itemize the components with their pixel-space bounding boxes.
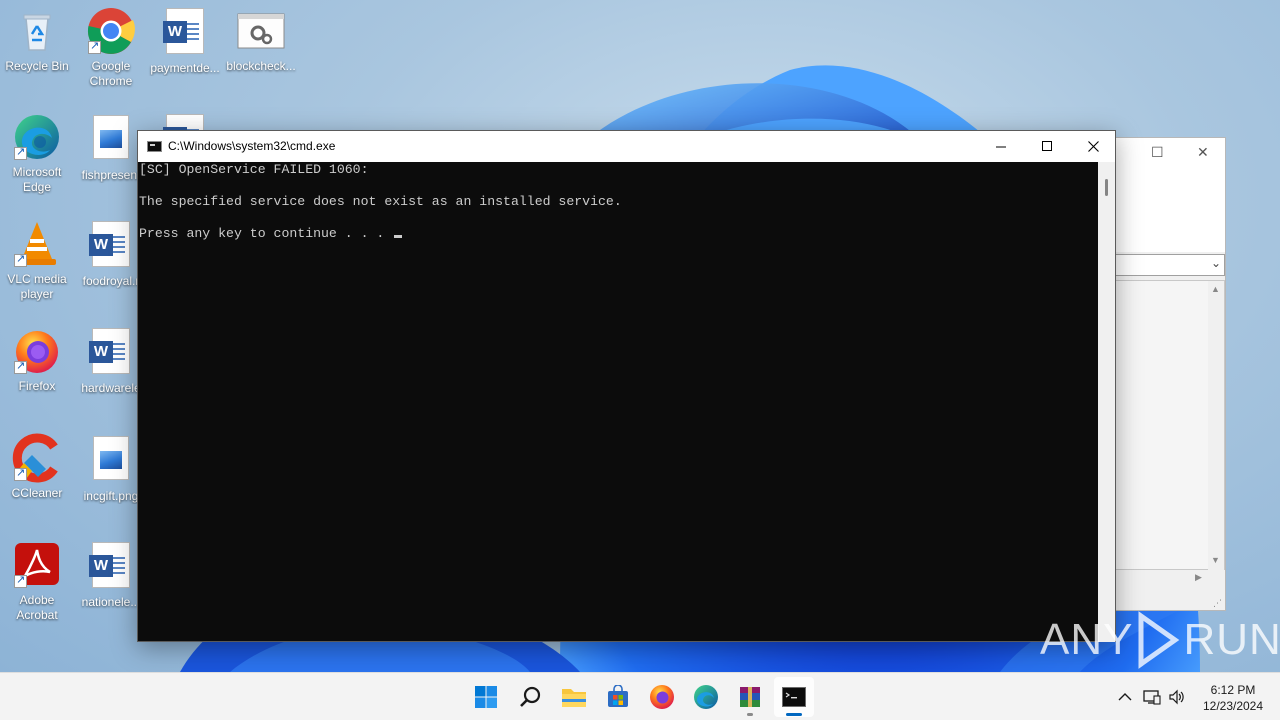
taskbar: 6:12 PM 12/23/2024 (0, 672, 1280, 720)
taskbar-store[interactable] (598, 677, 638, 717)
desktop-icon-edge[interactable]: Microsoft Edge (0, 112, 74, 195)
shortcut-arrow-icon (14, 252, 27, 267)
desktop-icon-label: CCleaner (11, 486, 63, 500)
taskbar-file-explorer[interactable] (554, 677, 594, 717)
vertical-scrollbar[interactable]: ▲ ▼ (1208, 281, 1224, 571)
play-logo-icon (1138, 611, 1180, 669)
word-document-icon: W (86, 221, 136, 271)
winrar-icon (740, 687, 760, 707)
shortcut-arrow-icon (14, 466, 27, 481)
console-line: The specified service does not exist as … (139, 194, 622, 209)
search-button[interactable] (510, 677, 550, 717)
console-prompt-line: Press any key to continue . . . (139, 226, 1098, 242)
minimize-icon (995, 146, 1006, 148)
taskbar-clock[interactable]: 6:12 PM 12/23/2024 (1192, 682, 1274, 714)
active-indicator (786, 713, 802, 716)
firefox-icon (650, 685, 674, 709)
search-icon (520, 686, 541, 707)
desktop-icon-vlc[interactable]: VLC media player (0, 219, 74, 302)
image-file-icon (86, 436, 136, 486)
cmd-titlebar[interactable]: C:\Windows\system32\cmd.exe (138, 131, 1115, 162)
maximize-icon[interactable]: ☐ (1151, 144, 1164, 161)
store-icon (608, 685, 628, 707)
chevron-down-icon: ⌄ (1210, 256, 1221, 270)
desktop-icon-label: paymentde... (150, 61, 220, 75)
shortcut-arrow-icon (14, 573, 27, 588)
maximize-icon (1041, 141, 1052, 151)
desktop-icon-label: VLC media player (7, 272, 67, 301)
console-output[interactable]: [SC] OpenService FAILED 1060: The specif… (138, 162, 1098, 642)
desktop-icon-blockcheck[interactable]: blockcheck... (224, 6, 298, 74)
edge-icon (12, 112, 62, 162)
edge-icon (694, 685, 718, 709)
shortcut-arrow-icon (14, 359, 27, 374)
settings-file-icon (236, 6, 286, 56)
scroll-right-icon[interactable]: ▶ (1195, 572, 1202, 583)
clock-date: 12/23/2024 (1202, 699, 1264, 713)
close-icon (1087, 141, 1099, 152)
shortcut-arrow-icon (88, 39, 101, 54)
taskbar-winrar[interactable] (730, 677, 770, 717)
file-explorer-icon (562, 689, 586, 707)
speaker-icon (1169, 689, 1184, 705)
word-document-icon: W (86, 542, 136, 592)
scroll-up-icon[interactable]: ▲ (1211, 284, 1220, 294)
desktop-icon-ccleaner[interactable]: CCleaner (0, 433, 74, 501)
chevron-up-icon (1118, 693, 1132, 701)
volume-button[interactable] (1165, 673, 1189, 720)
taskbar-firefox[interactable] (642, 677, 682, 717)
console-line: [SC] OpenService FAILED 1060: (139, 162, 369, 177)
desktop-icon-paymentde[interactable]: W paymentde... (148, 6, 222, 76)
clock-time: 6:12 PM (1210, 683, 1256, 697)
acrobat-icon (12, 540, 62, 590)
desktop-icon-label: Microsoft Edge (12, 165, 62, 194)
minimize-button[interactable] (978, 131, 1024, 162)
cmd-window[interactable]: C:\Windows\system32\cmd.exe [SC] OpenSer… (137, 130, 1116, 642)
close-button[interactable] (1070, 131, 1116, 162)
scroll-down-icon[interactable]: ▼ (1211, 555, 1220, 565)
anyrun-watermark: ANY RUN (1040, 608, 1280, 672)
maximize-button[interactable] (1024, 131, 1070, 162)
word-document-icon: W (86, 328, 136, 378)
desktop-icon-label: Adobe Acrobat (16, 593, 58, 622)
console-line: Press any key to continue . . . (139, 226, 393, 241)
desktop-icon-label: Recycle Bin (5, 59, 69, 73)
running-indicator (747, 713, 753, 716)
chrome-icon (86, 6, 136, 56)
vlc-icon (12, 219, 62, 269)
scrollbar-thumb[interactable] (1105, 179, 1108, 196)
text-cursor (394, 235, 403, 238)
start-button[interactable] (466, 677, 506, 717)
watermark-text: RUN (1183, 615, 1280, 664)
word-document-icon: W (160, 8, 210, 58)
desktop-icon-recycle-bin[interactable]: Recycle Bin (0, 6, 74, 74)
console-app-icon (147, 141, 162, 152)
ccleaner-icon (12, 433, 62, 483)
recycle-bin-icon (12, 6, 62, 56)
image-file-icon (86, 115, 136, 165)
network-icon (1143, 690, 1161, 705)
desktop-icon-firefox[interactable]: Firefox (0, 326, 74, 394)
network-button[interactable] (1140, 673, 1164, 720)
cmd-icon (782, 687, 806, 707)
show-hidden-icons-button[interactable] (1114, 673, 1136, 720)
desktop-icon-label: Google Chrome (89, 59, 133, 88)
close-icon[interactable]: ✕ (1197, 144, 1209, 161)
desktop-icon-chrome[interactable]: Google Chrome (74, 6, 148, 89)
start-icon (475, 686, 497, 708)
vertical-scrollbar[interactable] (1098, 162, 1115, 642)
desktop-icon-label: blockcheck... (226, 59, 296, 73)
watermark-text: ANY (1040, 615, 1134, 664)
window-title: C:\Windows\system32\cmd.exe (168, 139, 336, 153)
taskbar-cmd[interactable] (774, 677, 814, 717)
desktop-icon-label: Firefox (18, 379, 56, 393)
shortcut-arrow-icon (14, 145, 27, 160)
taskbar-edge[interactable] (686, 677, 726, 717)
firefox-icon (12, 326, 62, 376)
desktop-icon-acrobat[interactable]: Adobe Acrobat (0, 540, 74, 623)
